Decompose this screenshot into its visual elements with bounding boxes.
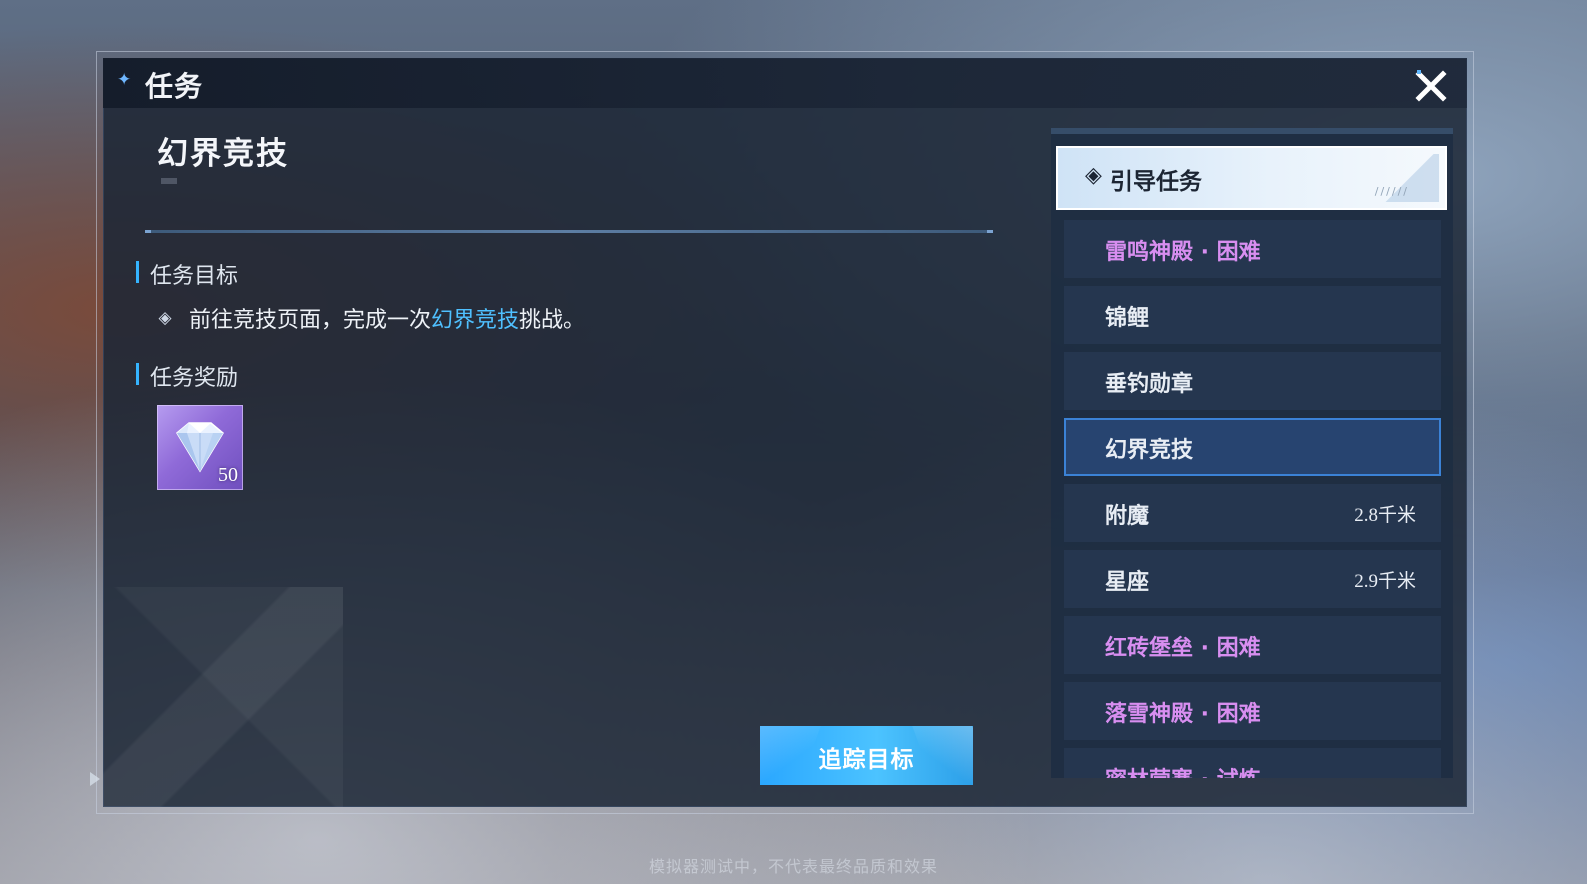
quest-list-item[interactable]: 星座 2.9千米	[1064, 550, 1441, 608]
quest-diamond-icon: ✦	[117, 70, 132, 90]
window-title: 任务	[145, 70, 204, 103]
corner-mark	[1417, 70, 1421, 74]
quest-list-item[interactable]: 锦鲤	[1064, 286, 1441, 344]
quest-category-header[interactable]: ◈ 引导任务 //////	[1056, 146, 1447, 210]
footer-note: 模拟器测试中，不代表最终品质和效果	[648, 857, 938, 876]
quest-list-item[interactable]: 垂钓勋章	[1064, 352, 1441, 410]
guide-diamond-icon: ◈	[1085, 163, 1102, 188]
quest-list-item-name: 幻界竞技	[1105, 438, 1194, 463]
expand-arrow-icon[interactable]	[90, 772, 100, 786]
objective-row: ◈ 前往竞技页面，完成一次幻界竞技挑战。	[155, 302, 585, 334]
header-bar: ✦ 任务	[103, 58, 1467, 108]
quest-category-label: 引导任务	[1110, 169, 1202, 195]
objective-text: 前往竞技页面，完成一次幻界竞技挑战。	[189, 302, 585, 334]
quest-list-item-distance: 2.9千米	[1354, 571, 1416, 592]
objective-bullet-icon: ◈	[158, 308, 172, 328]
title-underline-mark	[161, 178, 177, 184]
reward-section-label: 任务奖励	[136, 360, 238, 392]
quest-list-item-name: 附魔	[1105, 504, 1150, 529]
header-slash-deco: //////	[1374, 185, 1409, 198]
divider	[145, 230, 993, 233]
quest-list-item[interactable]: 落雪神殿 · 困难	[1064, 682, 1441, 740]
quest-list-item[interactable]: 幻界竞技	[1064, 418, 1441, 476]
objective-suffix: 挑战。	[519, 308, 586, 333]
quest-panel: ✦ 任务 幻界竞技 任务目标 ◈ 前往竞技页面，完成一次幻界竞技挑战。 任务奖励…	[103, 58, 1467, 807]
quest-list-item-distance: 2.8千米	[1354, 505, 1416, 526]
objective-section-label: 任务目标	[136, 258, 238, 290]
track-target-label: 追踪目标	[818, 747, 915, 773]
quest-list-item-name: 雷鸣神殿 · 困难	[1105, 240, 1261, 265]
quest-title: 幻界竞技	[157, 136, 289, 172]
objective-prefix: 前往竞技页面，完成一次	[189, 308, 432, 333]
quest-list-item[interactable]: 密林营寨 · 试炼	[1064, 748, 1441, 778]
quest-list-item-name: 星座	[1105, 570, 1150, 595]
quest-list-item-name: 落雪神殿 · 困难	[1105, 702, 1261, 727]
quest-list-item-name: 垂钓勋章	[1105, 372, 1194, 397]
reward-count: 50	[218, 464, 238, 486]
quest-list-item[interactable]: 附魔 2.8千米	[1064, 484, 1441, 542]
quest-list-item[interactable]: 雷鸣神殿 · 困难	[1064, 220, 1441, 278]
objective-highlight: 幻界竞技	[431, 308, 520, 333]
quest-list-item-name: 红砖堡垒 · 困难	[1105, 636, 1261, 661]
quest-list-item-name: 锦鲤	[1105, 306, 1150, 331]
track-target-button[interactable]: 追踪目标	[760, 726, 973, 785]
quest-list-item-name: 密林营寨 · 试炼	[1105, 762, 1261, 778]
reward-item-diamond[interactable]: 50	[157, 405, 243, 490]
quest-list[interactable]: ◈ 引导任务 ////// 雷鸣神殿 · 困难 锦鲤垂钓勋章幻界竞技附魔 2.8千米…	[1051, 128, 1453, 778]
quest-list-item[interactable]: 红砖堡垒 · 困难	[1064, 616, 1441, 674]
